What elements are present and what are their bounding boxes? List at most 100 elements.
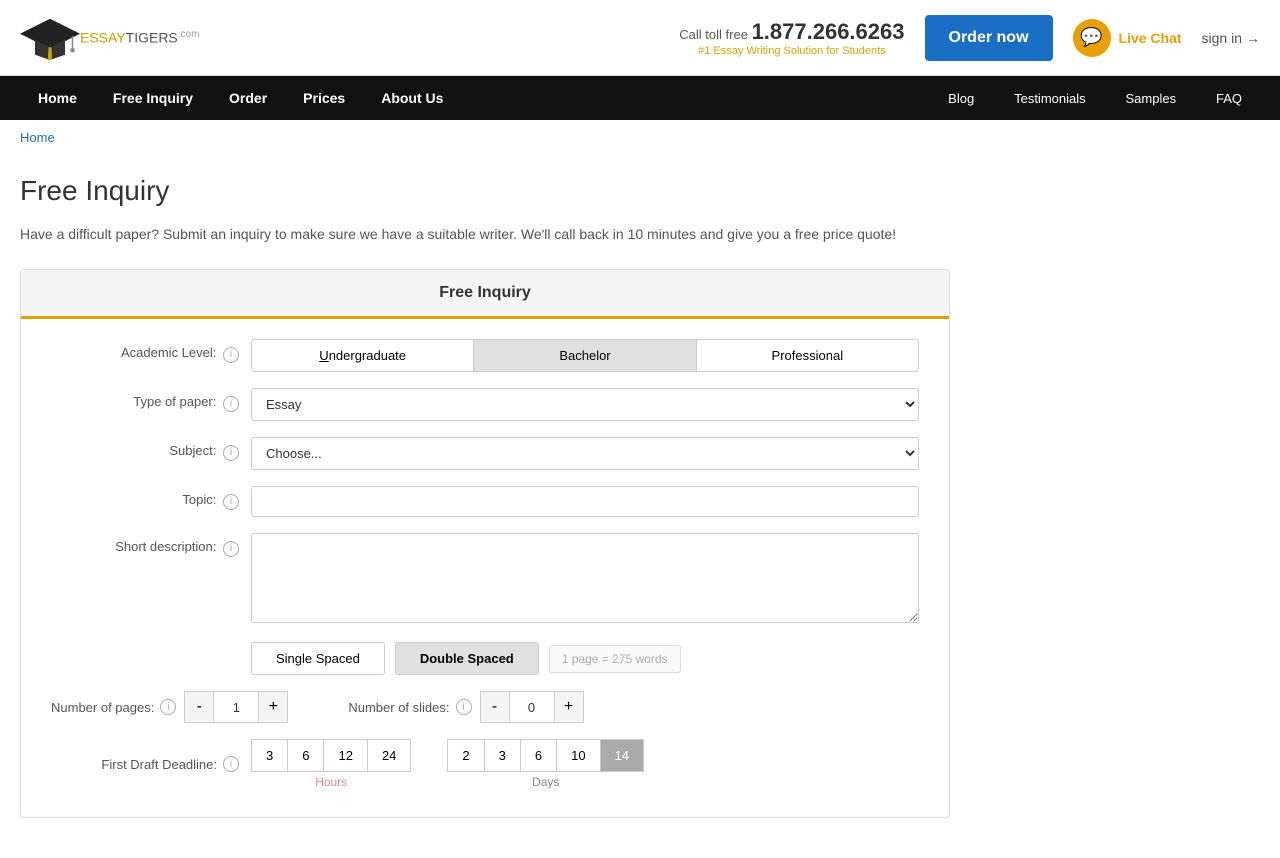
academic-level-field: Undergraduate Bachelor Professional <box>251 339 919 372</box>
sign-in-button[interactable]: sign in → <box>1202 30 1260 46</box>
level-professional-btn[interactable]: Professional <box>697 340 918 371</box>
deadline-2d-btn[interactable]: 2 <box>447 739 483 772</box>
topic-row: Topic: i <box>51 486 919 517</box>
slides-decrement-btn[interactable]: - <box>480 691 510 723</box>
nav-free-inquiry[interactable]: Free Inquiry <box>95 76 211 120</box>
topic-field <box>251 486 919 517</box>
pages-stepper: - 1 + <box>184 691 288 723</box>
short-description-textarea[interactable] <box>251 533 919 623</box>
type-of-paper-select[interactable]: Essay Research Paper Term Paper Thesis D… <box>251 388 919 421</box>
academic-level-info-icon[interactable]: i <box>223 347 239 363</box>
nav-about-us[interactable]: About Us <box>363 76 461 120</box>
deadline-3d-btn[interactable]: 3 <box>484 739 520 772</box>
logo-icon <box>20 10 80 65</box>
deadline-hours-buttons: 3 6 12 24 <box>251 739 411 772</box>
nav-testimonials[interactable]: Testimonials <box>996 77 1104 120</box>
slides-info-icon[interactable]: i <box>456 699 472 715</box>
nav-faq[interactable]: FAQ <box>1198 77 1260 120</box>
slides-label: Number of slides: i <box>348 699 471 715</box>
short-description-info-icon[interactable]: i <box>223 541 239 557</box>
subject-select[interactable]: Choose... English History Science Mathem… <box>251 437 919 470</box>
deadline-10d-btn[interactable]: 10 <box>556 739 599 772</box>
deadline-14d-btn[interactable]: 14 <box>600 739 644 772</box>
spacing-row: Single Spaced Double Spaced 1 page = 275… <box>251 642 919 675</box>
single-spaced-btn[interactable]: Single Spaced <box>251 642 385 675</box>
deadline-row: First Draft Deadline: i 3 6 12 24 Hours <box>51 739 919 789</box>
subject-row: Subject: i Choose... English History Sci… <box>51 437 919 470</box>
breadcrumb: Home <box>0 120 1280 155</box>
form-body: Academic Level: i Undergraduate Bachelor… <box>21 319 949 817</box>
chat-icon: 💬 <box>1073 19 1111 57</box>
deadline-24h-btn[interactable]: 24 <box>367 739 411 772</box>
page-title: Free Inquiry <box>20 175 1080 207</box>
type-of-paper-label: Type of paper: i <box>51 388 251 412</box>
nav-samples[interactable]: Samples <box>1108 77 1195 120</box>
topic-label: Topic: i <box>51 486 251 510</box>
deadline-hours-group: 3 6 12 24 Hours <box>251 739 411 789</box>
main-nav: Home Free Inquiry Order Prices About Us … <box>0 76 1280 120</box>
deadline-label: First Draft Deadline: i <box>51 756 251 772</box>
subject-label: Subject: i <box>51 437 251 461</box>
short-description-label: Short description: i <box>51 533 251 557</box>
number-rows: Number of pages: i - 1 + Number of slide… <box>51 691 919 723</box>
topic-input[interactable] <box>251 486 919 517</box>
deadline-days-label: Days <box>447 772 644 789</box>
type-of-paper-info-icon[interactable]: i <box>223 396 239 412</box>
deadline-days-group: 2 3 6 10 14 Days <box>447 739 644 789</box>
slides-group: Number of slides: i - 0 + <box>348 691 583 723</box>
deadline-days-buttons: 2 3 6 10 14 <box>447 739 644 772</box>
level-bachelor-btn[interactable]: Bachelor <box>474 340 696 371</box>
slides-stepper: - 0 + <box>480 691 584 723</box>
level-undergraduate-btn[interactable]: Undergraduate <box>252 340 474 371</box>
academic-level-buttons: Undergraduate Bachelor Professional <box>251 339 919 372</box>
call-sub: #1 Essay Writing Solution for Students <box>679 45 904 57</box>
topic-info-icon[interactable]: i <box>223 494 239 510</box>
pages-label: Number of pages: i <box>51 699 176 715</box>
slides-value: 0 <box>510 691 554 723</box>
page-description: Have a difficult paper? Submit an inquir… <box>20 223 1080 245</box>
site-header: ESSAYTIGERS.com Call toll free 1.877.266… <box>0 0 1280 76</box>
live-chat-label: Live Chat <box>1119 30 1182 46</box>
deadline-6d-btn[interactable]: 6 <box>520 739 556 772</box>
short-description-row: Short description: i <box>51 533 919 626</box>
pages-decrement-btn[interactable]: - <box>184 691 214 723</box>
call-text-label: Call toll free <box>679 27 748 42</box>
subject-info-icon[interactable]: i <box>223 445 239 461</box>
logo-tigers-text: TIGERS <box>126 30 178 46</box>
deadline-controls: 3 6 12 24 Hours 2 3 6 10 14 <box>251 739 644 789</box>
logo[interactable]: ESSAYTIGERS.com <box>20 10 199 65</box>
order-now-button[interactable]: Order now <box>925 15 1053 61</box>
pages-value: 1 <box>214 691 258 723</box>
slides-increment-btn[interactable]: + <box>554 691 584 723</box>
sign-in-label: sign in <box>1202 30 1242 46</box>
nav-home[interactable]: Home <box>20 76 95 120</box>
type-of-paper-row: Type of paper: i Essay Research Paper Te… <box>51 388 919 421</box>
deadline-info-icon[interactable]: i <box>223 756 239 772</box>
academic-level-label: Academic Level: i <box>51 339 251 363</box>
form-header: Free Inquiry <box>21 270 949 319</box>
deadline-hours-label: Hours <box>251 772 411 789</box>
pages-group: Number of pages: i - 1 + <box>51 691 288 723</box>
double-spaced-btn[interactable]: Double Spaced <box>395 642 539 675</box>
breadcrumb-home-link[interactable]: Home <box>20 130 55 145</box>
main-content: Free Inquiry Have a difficult paper? Sub… <box>0 155 1100 858</box>
deadline-12h-btn[interactable]: 12 <box>323 739 366 772</box>
pages-info-icon[interactable]: i <box>160 699 176 715</box>
call-info: Call toll free 1.877.266.6263 #1 Essay W… <box>679 19 904 57</box>
logo-essay-text: ESSAY <box>80 30 126 46</box>
words-hint: 1 page = 275 words <box>549 645 681 673</box>
nav-blog[interactable]: Blog <box>930 77 992 120</box>
nav-order[interactable]: Order <box>211 76 285 120</box>
short-description-field <box>251 533 919 626</box>
deadline-3h-btn[interactable]: 3 <box>251 739 287 772</box>
academic-level-row: Academic Level: i Undergraduate Bachelor… <box>51 339 919 372</box>
deadline-6h-btn[interactable]: 6 <box>287 739 323 772</box>
pages-increment-btn[interactable]: + <box>258 691 288 723</box>
logo-com-text: .com <box>178 29 200 40</box>
type-of-paper-field: Essay Research Paper Term Paper Thesis D… <box>251 388 919 421</box>
sign-in-arrow-icon: → <box>1246 30 1260 46</box>
call-number: 1.877.266.6263 <box>752 19 905 44</box>
nav-prices[interactable]: Prices <box>285 76 363 120</box>
subject-field: Choose... English History Science Mathem… <box>251 437 919 470</box>
live-chat-button[interactable]: 💬 Live Chat <box>1073 19 1182 57</box>
